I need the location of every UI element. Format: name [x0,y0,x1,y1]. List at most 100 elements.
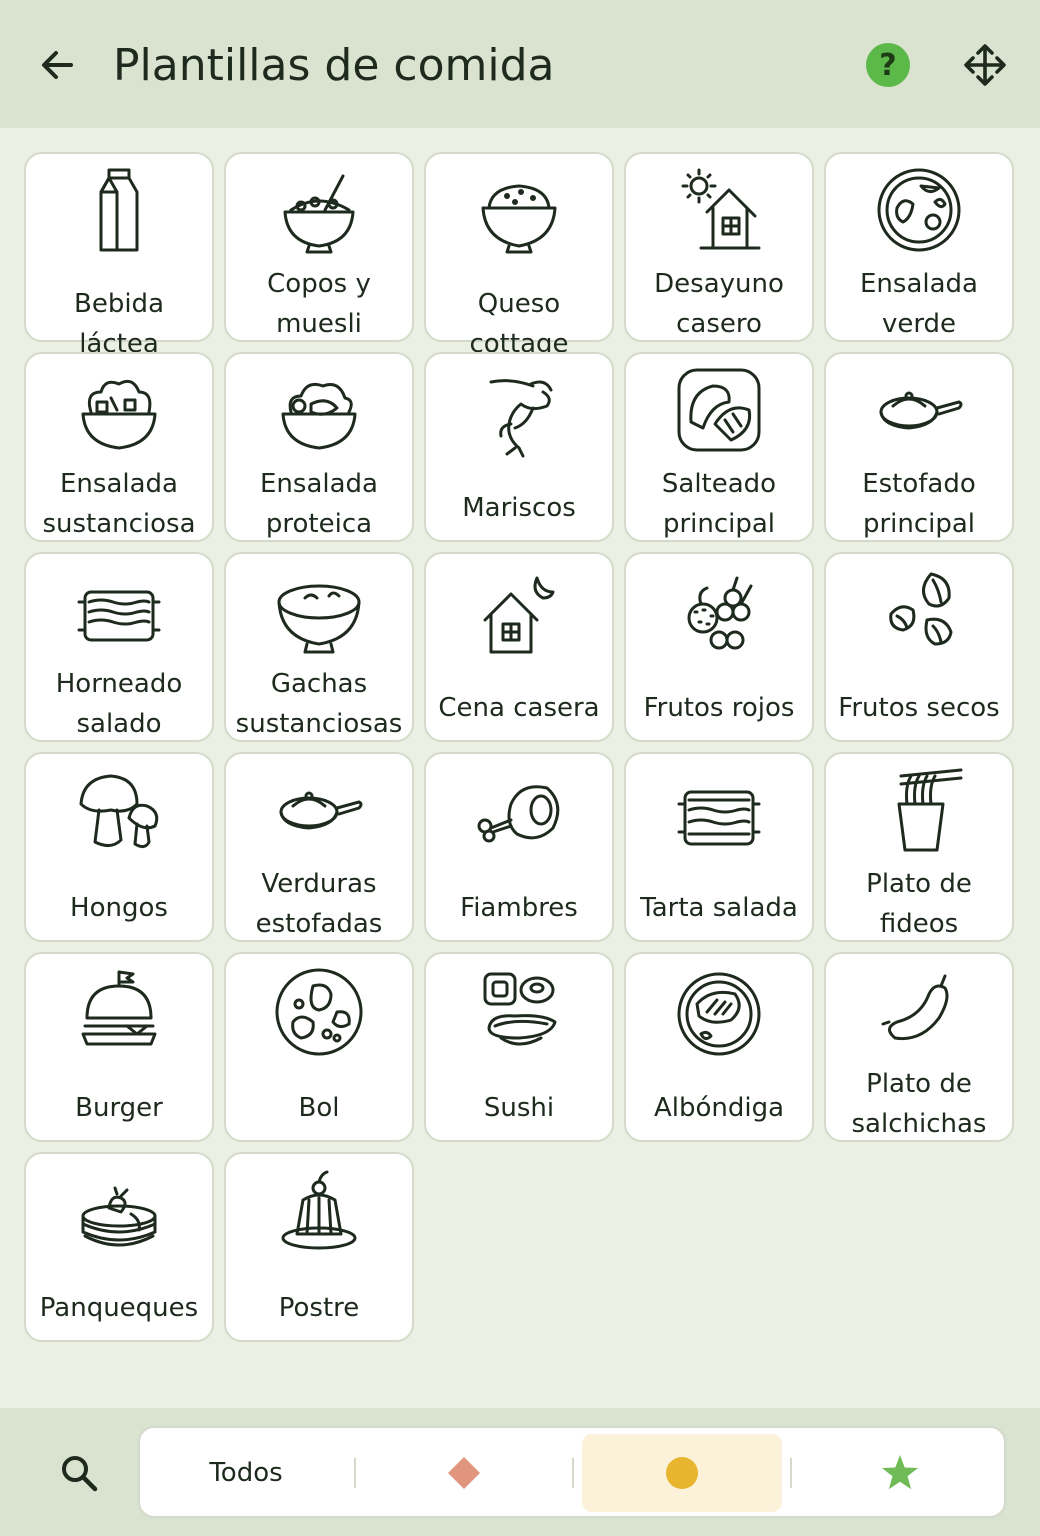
template-label: Albóndiga [653,1093,785,1123]
template-label: Frutos secos [838,693,1000,723]
circle-icon [666,1457,698,1489]
filter-diamond[interactable] [364,1434,564,1512]
frying-pan-icon [269,762,369,858]
nuts-icon [869,562,969,662]
template-label: Tarta salada [640,893,798,923]
template-label: Postre [278,1293,360,1323]
mushroom-icon [69,762,169,862]
template-label: Mariscos [462,493,576,523]
ham-leg-icon [469,762,569,862]
page-title: Plantillas de comida [113,40,555,91]
template-tile[interactable]: Salteado principal [624,352,814,542]
sausage-icon [869,962,969,1058]
template-label: Ensalada sustanciosa [42,469,196,539]
filter-all[interactable]: Todos [146,1434,346,1512]
search-icon [62,1456,98,1492]
protein-salad-bowl-icon [269,362,369,458]
cereal-bowl-icon [269,162,369,258]
template-label: Gachas sustanciosas [235,669,403,739]
sushi-icon [469,962,569,1062]
template-label: Cena casera [438,693,600,723]
template-tile[interactable]: Estofado principal [824,352,1014,542]
house-moon-icon [469,562,569,662]
fish-steak-icon [669,362,769,458]
template-tile[interactable]: Postre [224,1152,414,1342]
frying-pan-icon [869,362,969,458]
template-tile[interactable]: Cena casera [424,552,614,742]
search-button[interactable] [54,1448,104,1498]
template-label: Fiambres [460,893,578,923]
template-tile[interactable]: Horneado salado [24,552,214,742]
divider [354,1458,356,1488]
template-tile[interactable]: Frutos secos [824,552,1014,742]
house-sun-icon [669,162,769,258]
noodle-box-icon [869,762,969,858]
template-tile[interactable]: Gachas sustanciosas [224,552,414,742]
star-icon [882,1455,918,1490]
divider [572,1458,574,1488]
template-tile[interactable]: Hongos [24,752,214,942]
lasagna-dish-icon [69,562,169,658]
template-tile[interactable]: Fiambres [424,752,614,942]
question-mark-icon: ? [879,47,897,83]
template-label: Horneado salado [55,669,183,739]
move-button[interactable] [960,40,1010,90]
template-tile[interactable]: Verduras estofadas [224,752,414,942]
template-label: Ensalada proteica [260,469,378,539]
template-label: Ensalada verde [860,269,978,339]
pancakes-icon [69,1162,169,1262]
template-tile[interactable]: Bebida láctea [24,152,214,359]
template-label: Salteado principal [661,469,777,539]
help-button[interactable]: ? [866,43,910,87]
top-app-bar: Plantillas de comida ? [0,0,1040,128]
filter-all-label: Todos [209,1458,283,1488]
bottom-bar: Todos [0,1408,1040,1536]
template-tile[interactable]: Copos y muesli [224,152,414,342]
milk-carton-icon [69,162,169,258]
template-label: Panqueques [39,1293,199,1323]
divider [790,1458,792,1488]
pudding-icon [269,1162,369,1262]
berries-icon [669,562,769,662]
casserole-dish-icon [669,762,769,862]
filter-star[interactable] [800,1434,1000,1512]
template-tile[interactable]: Frutos rojos [624,552,814,742]
filter-circle[interactable] [582,1434,782,1512]
template-label: Copos y muesli [267,269,371,339]
template-label: Hongos [70,893,168,923]
template-tile[interactable]: Ensalada proteica [224,352,414,542]
template-tile[interactable]: Tarta salada [624,752,814,942]
template-label: Burger [75,1093,163,1123]
template-tile[interactable]: Ensalada verde [824,152,1014,342]
template-label: Frutos rojos [643,693,795,723]
template-tile[interactable]: Plato de fideos [824,752,1014,942]
template-label: Verduras estofadas [255,869,383,939]
back-button[interactable] [32,40,82,90]
move-arrows-icon [964,44,1006,86]
burger-icon [69,962,169,1062]
template-tile[interactable]: Sushi [424,952,614,1142]
template-tile[interactable]: Mariscos [424,352,614,542]
shrimp-icon [469,362,569,462]
template-label: Plato de salchichas [851,1069,987,1139]
template-tile[interactable]: Plato de salchichas [824,952,1014,1142]
template-label: Desayuno casero [654,269,784,339]
salad-plate-icon [869,162,969,258]
template-tile[interactable]: Queso cottage [424,152,614,359]
filter-segmented-control: Todos [138,1426,1006,1518]
template-label: Sushi [483,1093,555,1123]
template-label: Estofado principal [862,469,976,539]
cottage-cheese-bowl-icon [469,162,569,258]
template-tile[interactable]: Albóndiga [624,952,814,1142]
template-tile[interactable]: Panqueques [24,1152,214,1342]
template-label: Plato de fideos [866,869,972,939]
template-tile[interactable]: Ensalada sustanciosa [24,352,214,542]
template-grid: Bebida láctea Copos y muesli Queso cottage… [24,152,1014,1342]
template-tile[interactable]: Burger [24,952,214,1142]
arrow-left-icon [42,51,73,79]
template-tile[interactable]: Bol [224,952,414,1142]
bowl-plate-icon [269,962,369,1062]
meat-plate-icon [669,962,769,1062]
porridge-bowl-icon [269,562,369,658]
template-tile[interactable]: Desayuno casero [624,152,814,342]
